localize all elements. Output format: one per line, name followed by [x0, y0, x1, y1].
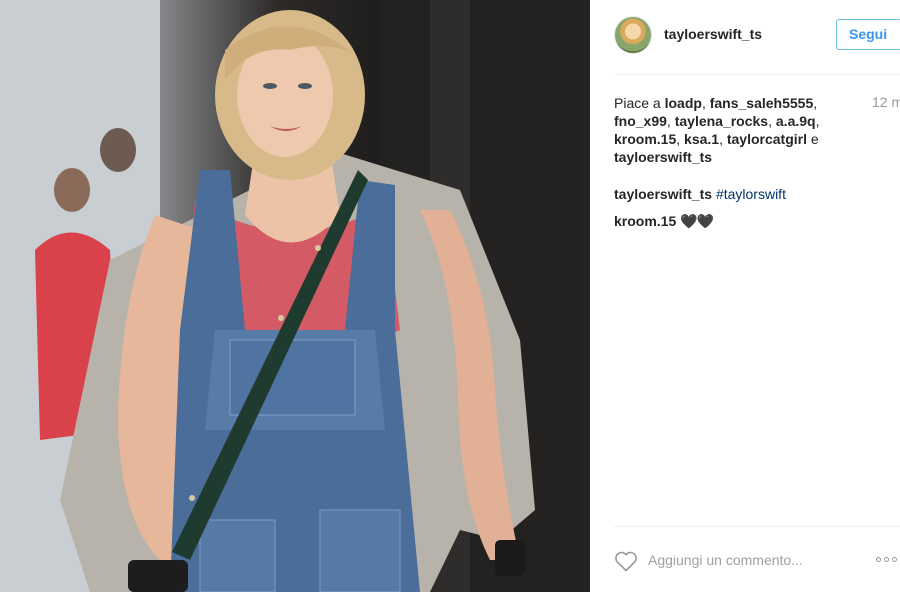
comment-item: kroom.15 🖤🖤 — [614, 212, 714, 230]
post-caption: tayloerswift_ts #taylorswift — [614, 185, 786, 203]
instagram-post-modal: tayloerswift_ts Segui Piace a loadp, fan… — [0, 0, 900, 592]
comment-text: 🖤🖤 — [680, 213, 714, 229]
add-comment-input[interactable] — [648, 550, 848, 570]
header-divider — [614, 74, 900, 75]
comment-username-link[interactable]: kroom.15 — [614, 213, 676, 229]
heart-outline-icon[interactable] — [614, 550, 638, 572]
photo-illustration — [0, 0, 590, 592]
liker-link[interactable]: loadp — [665, 95, 702, 111]
post-header: tayloerswift_ts Segui — [590, 0, 900, 74]
follow-button[interactable]: Segui — [836, 19, 900, 50]
hashtag-link[interactable]: #taylorswift — [716, 186, 786, 202]
caption-username-link[interactable]: tayloerswift_ts — [614, 186, 712, 202]
username-link[interactable]: tayloerswift_ts — [664, 26, 762, 42]
liker-link[interactable]: tayloerswift_ts — [614, 149, 712, 165]
post-photo[interactable] — [0, 0, 590, 592]
post-timestamp[interactable]: 12 m — [872, 94, 900, 110]
liker-link[interactable]: taylorcatgirl — [727, 131, 807, 147]
more-dot — [892, 556, 897, 562]
likes-prefix: Piace a — [614, 95, 665, 111]
liker-link[interactable]: a.a.9q — [776, 113, 816, 129]
liker-link[interactable]: fno_x99 — [614, 113, 667, 129]
likes-joiner: e — [807, 131, 819, 147]
post-side-panel: tayloerswift_ts Segui Piace a loadp, fan… — [590, 0, 900, 592]
liker-link[interactable]: fans_saleh5555 — [710, 95, 814, 111]
post-footer — [590, 527, 900, 592]
liker-link[interactable]: kroom.15 — [614, 131, 676, 147]
likes-summary: Piace a loadp, fans_saleh5555, fno_x99, … — [614, 95, 820, 165]
more-dot — [884, 556, 889, 562]
liker-link[interactable]: ksa.1 — [684, 131, 719, 147]
avatar[interactable] — [614, 16, 652, 54]
more-options-icon[interactable] — [876, 554, 898, 564]
more-dot — [876, 556, 881, 562]
liker-link[interactable]: taylena_rocks — [675, 113, 768, 129]
